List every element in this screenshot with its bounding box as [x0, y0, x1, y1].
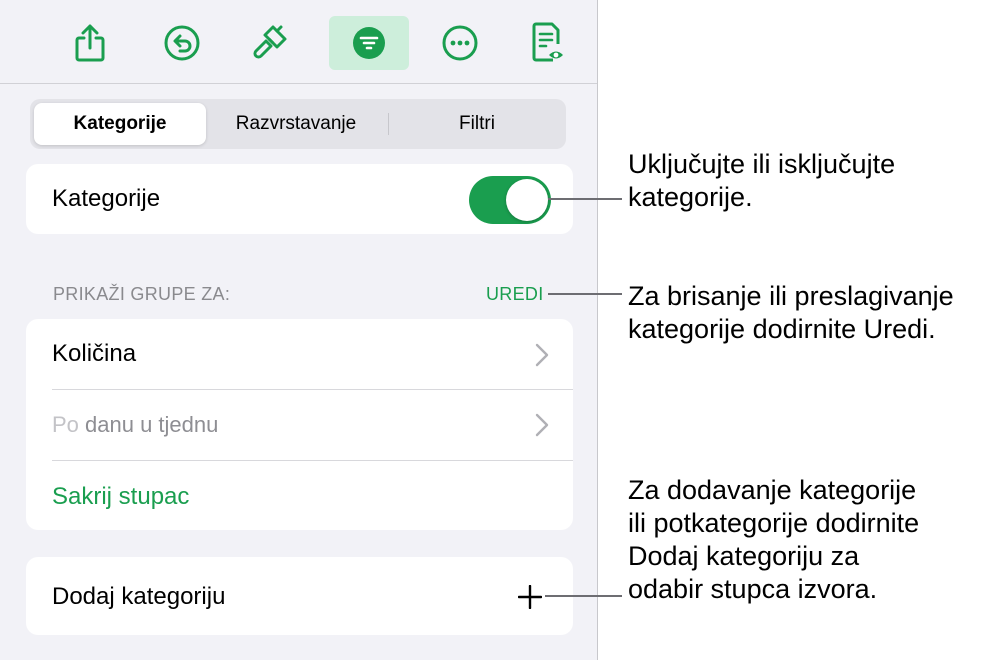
group-row-quantity[interactable]: Količina [26, 319, 573, 389]
tab-separator [388, 113, 389, 135]
tab-categories[interactable]: Kategorije [34, 103, 206, 145]
group-row-rest: danu u tjednu [78, 412, 219, 437]
callout-line-edit [548, 293, 622, 295]
toolbar [0, 0, 597, 84]
group-section-header: PRIKAŽI GRUPE ZA: [53, 284, 231, 304]
group-row-label-weekday: Po danu u tjednu [52, 412, 218, 438]
reading-view-button[interactable] [508, 16, 588, 70]
paintbrush-icon [253, 25, 287, 59]
categories-toggle[interactable] [469, 176, 551, 224]
undo-icon [164, 25, 200, 61]
more-icon [442, 25, 478, 61]
row-divider [52, 460, 573, 461]
hide-column-button[interactable]: Sakrij stupac [52, 483, 189, 511]
group-row-weekday[interactable]: Po danu u tjednu [26, 390, 573, 460]
chevron-right-icon [535, 343, 549, 367]
callout-toggle: Uključujte ili isključujte kategorije. [628, 149, 896, 212]
callout-edit: Za brisanje ili preslagivanje kategorije… [628, 281, 954, 344]
callout-line-toggle [548, 198, 622, 200]
categories-toggle-label: Kategorije [52, 185, 161, 212]
reading-view-icon [532, 22, 563, 62]
categories-toggle-row: Kategorije [26, 164, 573, 234]
tab-filters[interactable]: Filtri [392, 103, 562, 145]
organize-panel: Kategorije Razvrstavanje Filtri Kategori… [0, 0, 598, 660]
tab-sort[interactable]: Razvrstavanje [210, 103, 382, 145]
group-list: Količina Po danu u tjednu Sakrij stupac [26, 319, 573, 530]
group-row-prefix: Po [52, 412, 79, 437]
share-button[interactable] [50, 16, 130, 70]
toggle-knob [506, 179, 548, 221]
more-button[interactable] [420, 16, 500, 70]
edit-button[interactable]: UREDI [486, 284, 544, 305]
organize-button[interactable] [329, 16, 409, 70]
format-button[interactable] [230, 16, 310, 70]
share-icon [75, 24, 105, 62]
organize-icon [353, 27, 385, 59]
undo-button[interactable] [142, 16, 222, 70]
add-category-label: Dodaj kategoriju [52, 583, 226, 610]
callout-add: Za dodavanje kategorije ili potkategorij… [628, 475, 920, 604]
organize-tabs: Kategorije Razvrstavanje Filtri [30, 99, 566, 149]
plus-icon[interactable] [518, 585, 542, 609]
group-row-label: Količina [52, 340, 137, 367]
add-category-row[interactable]: Dodaj kategoriju [26, 557, 573, 635]
callout-line-add [545, 595, 622, 597]
chevron-right-icon [535, 413, 549, 437]
